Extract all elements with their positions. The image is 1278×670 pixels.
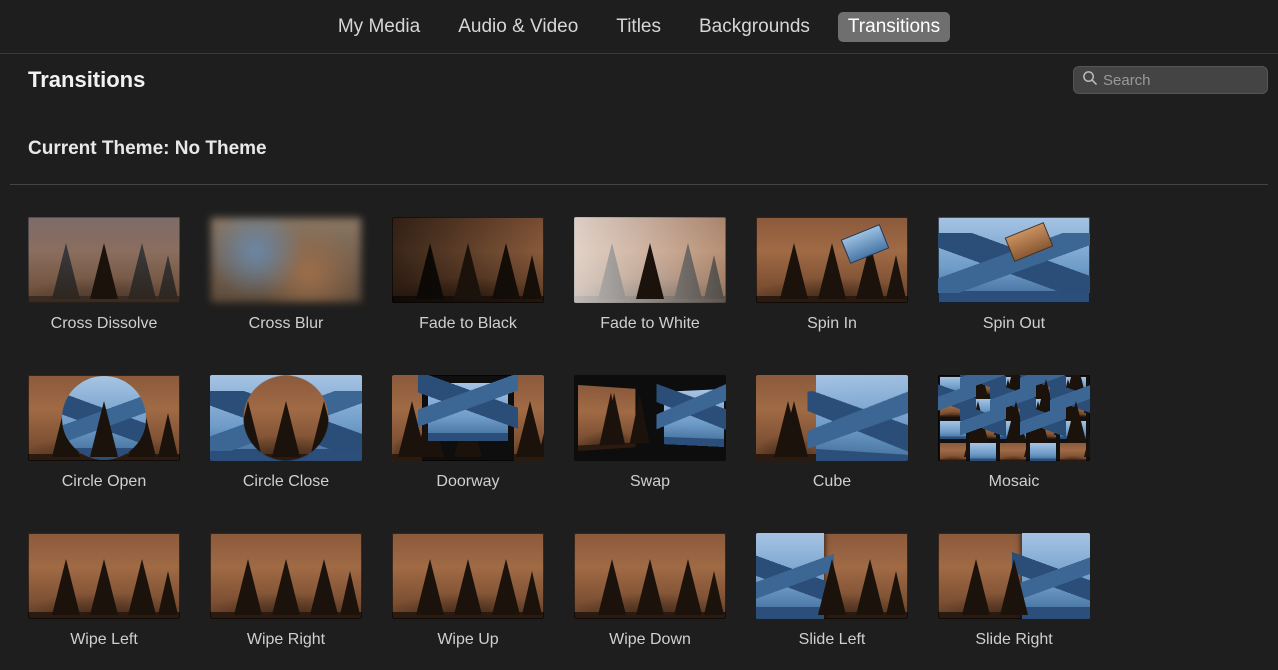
transition-thumbnail [210, 217, 362, 303]
transition-swap[interactable]: Swap [574, 375, 726, 491]
transitions-grid: Cross Dissolve Cross Blur Fade to Black … [0, 185, 1278, 669]
transition-thumbnail [28, 533, 180, 619]
transition-spin-out[interactable]: Spin Out [938, 217, 1090, 333]
theme-name: No Theme [175, 138, 267, 159]
transition-doorway[interactable]: Doorway [392, 375, 544, 491]
transition-label: Circle Open [62, 473, 146, 491]
transition-circle-close[interactable]: Circle Close [210, 375, 362, 491]
transition-label: Wipe Left [70, 631, 138, 649]
tab-my-media[interactable]: My Media [328, 12, 430, 42]
transition-label: Slide Left [799, 631, 866, 649]
transition-label: Fade to Black [419, 315, 517, 333]
transition-label: Circle Close [243, 473, 329, 491]
search-box[interactable] [1073, 66, 1268, 94]
transition-thumbnail [756, 375, 908, 461]
transition-cross-dissolve[interactable]: Cross Dissolve [28, 217, 180, 333]
transition-wipe-up[interactable]: Wipe Up [392, 533, 544, 649]
transition-label: Spin Out [983, 315, 1045, 333]
tab-backgrounds[interactable]: Backgrounds [689, 12, 820, 42]
tab-titles[interactable]: Titles [606, 12, 671, 42]
transition-thumbnail [574, 217, 726, 303]
media-browser-tabs: My Media Audio & Video Titles Background… [0, 0, 1278, 54]
transition-cube[interactable]: Cube [756, 375, 908, 491]
transition-thumbnail [28, 217, 180, 303]
transition-label: Cross Blur [249, 315, 324, 333]
search-input[interactable] [1103, 72, 1259, 89]
theme-prefix: Current Theme: [28, 138, 175, 159]
transition-label: Slide Right [975, 631, 1052, 649]
tab-transitions[interactable]: Transitions [838, 12, 950, 42]
transition-wipe-left[interactable]: Wipe Left [28, 533, 180, 649]
transition-label: Cross Dissolve [51, 315, 158, 333]
transition-spin-in[interactable]: Spin In [756, 217, 908, 333]
current-theme-label: Current Theme: No Theme [0, 108, 1278, 184]
transition-wipe-right[interactable]: Wipe Right [210, 533, 362, 649]
tab-audio-video[interactable]: Audio & Video [448, 12, 588, 42]
transition-circle-open[interactable]: Circle Open [28, 375, 180, 491]
transition-fade-to-white[interactable]: Fade to White [574, 217, 726, 333]
transition-label: Doorway [436, 473, 499, 491]
transition-label: Fade to White [600, 315, 700, 333]
transition-thumbnail [574, 533, 726, 619]
transition-fade-to-black[interactable]: Fade to Black [392, 217, 544, 333]
transition-thumbnail [756, 533, 908, 619]
transition-wipe-down[interactable]: Wipe Down [574, 533, 726, 649]
transition-thumbnail [574, 375, 726, 461]
search-icon [1082, 70, 1103, 90]
transition-thumbnail [756, 217, 908, 303]
transition-label: Swap [630, 473, 670, 491]
transition-label: Wipe Up [437, 631, 498, 649]
panel-title: Transitions [28, 67, 145, 93]
transition-slide-left[interactable]: Slide Left [756, 533, 908, 649]
transition-mosaic[interactable]: Mosaic [938, 375, 1090, 491]
panel-subheader: Transitions [0, 54, 1278, 108]
transition-thumbnail [938, 533, 1090, 619]
transition-thumbnail [392, 533, 544, 619]
transition-label: Mosaic [989, 473, 1040, 491]
transition-thumbnail [210, 375, 362, 461]
transition-label: Wipe Right [247, 631, 325, 649]
transition-thumbnail [938, 375, 1090, 461]
transition-slide-right[interactable]: Slide Right [938, 533, 1090, 649]
transition-thumbnail [938, 217, 1090, 303]
transition-thumbnail [210, 533, 362, 619]
transition-label: Cube [813, 473, 851, 491]
transition-label: Spin In [807, 315, 857, 333]
transition-cross-blur[interactable]: Cross Blur [210, 217, 362, 333]
transition-thumbnail [392, 217, 544, 303]
transition-thumbnail [28, 375, 180, 461]
transition-thumbnail [392, 375, 544, 461]
transition-label: Wipe Down [609, 631, 691, 649]
